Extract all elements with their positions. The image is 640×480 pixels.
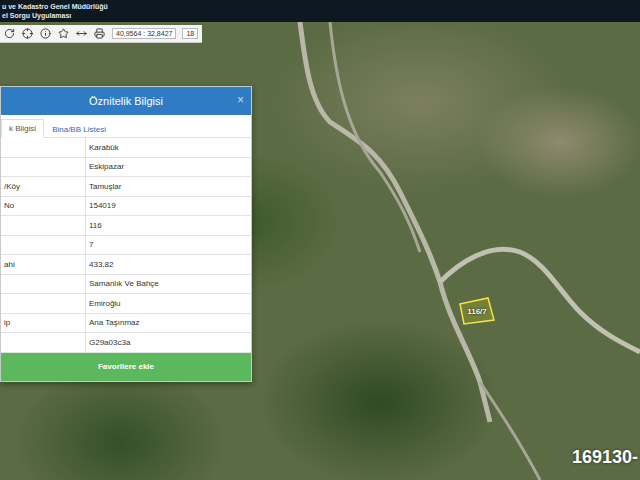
panel-header: Öznitelik Bilgisi ×	[1, 87, 251, 115]
table-row: Samanlık Ve Bahçe	[1, 275, 251, 295]
row-label	[1, 158, 86, 177]
row-label	[1, 138, 86, 157]
row-value: Ana Taşınmaz	[86, 314, 251, 333]
row-value: Tamuşlar	[86, 177, 251, 196]
table-row: Karabük	[1, 138, 251, 158]
row-label: ip	[1, 314, 86, 333]
attribute-panel: Öznitelik Bilgisi × k BilgisiBina/BB Liste…	[0, 86, 252, 382]
row-value: 154019	[86, 197, 251, 216]
refresh-icon[interactable]	[4, 28, 16, 40]
coordinates: 40,9564 : 32,8427	[112, 28, 176, 39]
table-row: Eskipazar	[1, 158, 251, 178]
row-label: /Köy	[1, 177, 86, 196]
row-label: ahi	[1, 255, 86, 274]
row-value: G29a03c3a	[86, 333, 251, 352]
row-value: Emiroğlu	[86, 294, 251, 313]
tab[interactable]: Bina/BB Listesi	[44, 120, 114, 138]
map[interactable]: 40,9564 : 32,8427 18 116/7 169130- Öznitelik…	[0, 22, 640, 480]
table-row: ahi433,82	[1, 255, 251, 275]
row-label	[1, 216, 86, 235]
table-row: ipAna Taşınmaz	[1, 314, 251, 334]
row-label	[1, 275, 86, 294]
panel-title: Öznitelik Bilgisi	[89, 95, 163, 107]
table-row: No154019	[1, 197, 251, 217]
row-value: Eskipazar	[86, 158, 251, 177]
table-row: 7	[1, 236, 251, 256]
attribute-table: KarabükEskipazar/KöyTamuşlarNo1540191167…	[1, 138, 251, 353]
row-label	[1, 236, 86, 255]
row-value: Samanlık Ve Bahçe	[86, 275, 251, 294]
close-button[interactable]: ×	[237, 93, 244, 107]
row-value: 116	[86, 216, 251, 235]
table-row: 116	[1, 216, 251, 236]
print-icon[interactable]	[94, 28, 106, 40]
parcel-label: 116/7	[467, 307, 487, 316]
star-icon[interactable]	[58, 28, 70, 40]
row-value: Karabük	[86, 138, 251, 157]
app: u ve Kadastro Genel Müdürlüğüel Sorgu Uy…	[0, 0, 640, 480]
top-bar: u ve Kadastro Genel Müdürlüğüel Sorgu Uy…	[0, 0, 640, 22]
tab[interactable]: k Bilgisi	[1, 119, 44, 138]
watermark: 169130-	[572, 447, 638, 468]
info-icon[interactable]	[40, 28, 52, 40]
zoom-level: 18	[182, 28, 198, 39]
parcel[interactable]: 116/7	[458, 296, 496, 326]
table-row: Emiroğlu	[1, 294, 251, 314]
row-value: 433,82	[86, 255, 251, 274]
map-toolbar: 40,9564 : 32,8427 18	[0, 25, 202, 43]
row-label	[1, 333, 86, 352]
header-title: el Sorgu Uygulaması	[2, 11, 640, 20]
table-row: /KöyTamuşlar	[1, 177, 251, 197]
crosshair-icon[interactable]	[22, 28, 34, 40]
measure-icon[interactable]	[76, 28, 88, 40]
tabs: k BilgisiBina/BB Listesi	[1, 115, 251, 138]
table-row: G29a03c3a	[1, 333, 251, 353]
row-label: No	[1, 197, 86, 216]
favorite-button[interactable]: Favorilere ekle	[1, 353, 251, 381]
header-title: u ve Kadastro Genel Müdürlüğü	[2, 2, 640, 11]
row-label	[1, 294, 86, 313]
row-value: 7	[86, 236, 251, 255]
